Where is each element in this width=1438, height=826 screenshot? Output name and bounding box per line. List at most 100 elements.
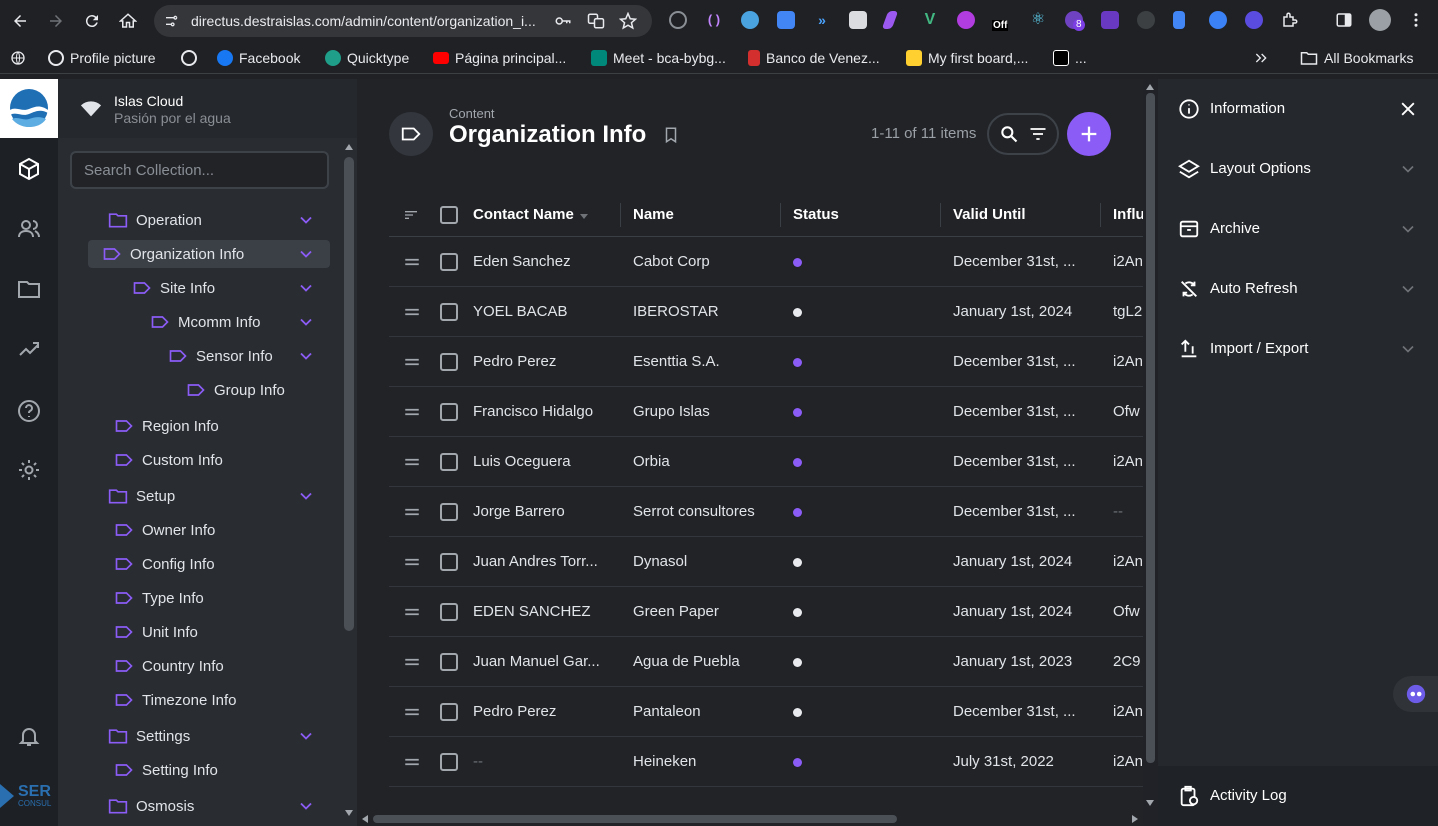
sidebar-item-site-info[interactable]: Site Info [112,274,330,302]
drag-handle-icon[interactable] [403,603,421,621]
content-module-icon[interactable] [17,157,41,181]
sidebar-item-unit-info[interactable]: Unit Info [94,618,330,646]
sidebar-item-setup[interactable]: Setup [88,482,330,510]
insights-module-icon[interactable] [17,337,41,361]
column-header-contact-name[interactable]: Contact Name [473,206,574,223]
drag-handle-icon[interactable] [403,503,421,521]
sidebar-item-setting-info[interactable]: Setting Info [94,756,330,784]
bookmark-miro[interactable]: My first board,... [906,49,1028,67]
add-item-button[interactable] [1067,112,1111,156]
bookmark-globe[interactable] [181,49,203,67]
side-panel-icon[interactable] [1335,11,1353,29]
project-logo[interactable] [0,79,58,138]
extension-off-icon[interactable]: Off [990,11,1014,31]
chevron-down-icon[interactable] [296,796,316,816]
column-resize-handle[interactable] [780,203,781,227]
nav-scroll-thumb[interactable] [344,157,354,631]
site-info-icon[interactable] [164,13,180,29]
row-checkbox[interactable] [440,753,458,771]
sidebar-item-operation[interactable]: Operation [88,206,330,234]
sidebar-information[interactable]: Information [1158,79,1438,139]
select-all-checkbox[interactable] [440,206,458,224]
chevron-down-icon[interactable] [296,346,316,366]
table-row[interactable]: Eden Sanchez Cabot Corp December 31st, ...… [389,237,1143,287]
all-bookmarks[interactable]: All Bookmarks [1300,49,1413,67]
sidebar-item-osmosis[interactable]: Osmosis [88,792,330,820]
extension-icon[interactable] [741,11,759,29]
profile-avatar[interactable] [1369,9,1391,31]
vertical-scrollbar[interactable] [1143,79,1158,826]
column-header-name[interactable]: Name [633,206,674,223]
vue-extension-icon[interactable]: V [921,11,939,29]
star-icon[interactable] [619,12,637,30]
row-checkbox[interactable] [440,453,458,471]
chevron-down-icon[interactable] [296,278,316,298]
sort-arrow-icon[interactable] [579,211,589,221]
extension-icon[interactable] [1101,11,1119,29]
sidebar-item-group-info[interactable]: Group Info [166,376,330,404]
sidebar-item-config-info[interactable]: Config Info [94,550,330,578]
sidebar-item-sensor-info[interactable]: Sensor Info [148,342,330,370]
column-resize-handle[interactable] [940,203,941,227]
table-row[interactable]: Juan Manuel Gar... Agua de Puebla January … [389,637,1143,687]
column-header-status[interactable]: Status [793,206,839,223]
column-resize-handle[interactable] [620,203,621,227]
home-button[interactable] [116,9,140,33]
chevron-down-icon[interactable] [296,726,316,746]
chevron-down-icon[interactable] [296,312,316,332]
collection-icon-button[interactable] [389,112,433,156]
sidebar-item-custom-info[interactable]: Custom Info [94,446,330,474]
bookmark-icon[interactable] [662,125,680,145]
bookmark-p[interactable]: ... [1053,49,1087,67]
search-icon[interactable] [999,124,1019,144]
bookmark-profile-picture[interactable]: Profile picture [48,49,156,67]
drag-handle-icon[interactable] [403,253,421,271]
floating-assistant-button[interactable] [1393,676,1438,712]
forward-button[interactable] [44,9,68,33]
extension-icon[interactable] [1245,11,1263,29]
sidebar-item-organization-info[interactable]: Organization Info [88,240,330,268]
bookmark-facebook[interactable]: Facebook [217,49,300,67]
row-checkbox[interactable] [440,403,458,421]
table-row[interactable]: Francisco Hidalgo Grupo Islas December 31s… [389,387,1143,437]
column-resize-handle[interactable] [1100,203,1101,227]
chevron-down-icon[interactable] [296,244,316,264]
sidebar-activity-log[interactable]: Activity Log [1158,766,1438,826]
drag-handle-icon[interactable] [403,753,421,771]
chevron-down-icon[interactable] [296,486,316,506]
drag-handle-icon[interactable] [403,403,421,421]
row-checkbox[interactable] [440,653,458,671]
users-module-icon[interactable] [17,217,41,241]
sidebar-layout-options[interactable]: Layout Options [1158,139,1438,199]
bookmark-banco[interactable]: Banco de Venez... [748,49,880,67]
sort-lines-icon[interactable] [403,207,419,223]
row-checkbox[interactable] [440,253,458,271]
extension-icon[interactable]: ( ) [705,11,723,29]
sidebar-item-settings[interactable]: Settings [88,722,330,750]
project-info[interactable]: Islas Cloud Pasión por el agua [58,79,357,138]
table-row[interactable]: Pedro Perez Esenttia S.A. December 31st, .… [389,337,1143,387]
files-module-icon[interactable] [17,277,41,301]
row-checkbox[interactable] [440,303,458,321]
key-icon[interactable] [554,12,572,30]
table-row[interactable]: Jorge Barrero Serrot consultores December … [389,487,1143,537]
nav-scrollbar[interactable] [344,143,354,826]
bookmark-meet[interactable]: Meet - bca-bybg... [591,49,726,67]
back-button[interactable] [8,9,32,33]
extension-icon[interactable] [669,11,687,29]
drag-handle-icon[interactable] [403,653,421,671]
row-checkbox[interactable] [440,503,458,521]
row-checkbox[interactable] [440,703,458,721]
extension-icon[interactable] [777,11,795,29]
sidebar-item-timezone-info[interactable]: Timezone Info [94,686,330,714]
extensions-puzzle-icon[interactable] [1281,11,1299,29]
row-checkbox[interactable] [440,603,458,621]
table-row[interactable]: YOEL BACAB IBEROSTAR January 1st, 2024 tgL2 [389,287,1143,337]
drag-handle-icon[interactable] [403,453,421,471]
extension-icon[interactable]: 8 [1065,11,1085,31]
table-row[interactable]: Pedro Perez Pantaleon December 31st, ... i2… [389,687,1143,737]
sidebar-auto-refresh[interactable]: Auto Refresh [1158,259,1438,319]
breadcrumb[interactable]: Content [449,106,495,121]
filter-icon[interactable] [1028,124,1048,144]
bookmark-quicktype[interactable]: Quicktype [325,49,409,67]
